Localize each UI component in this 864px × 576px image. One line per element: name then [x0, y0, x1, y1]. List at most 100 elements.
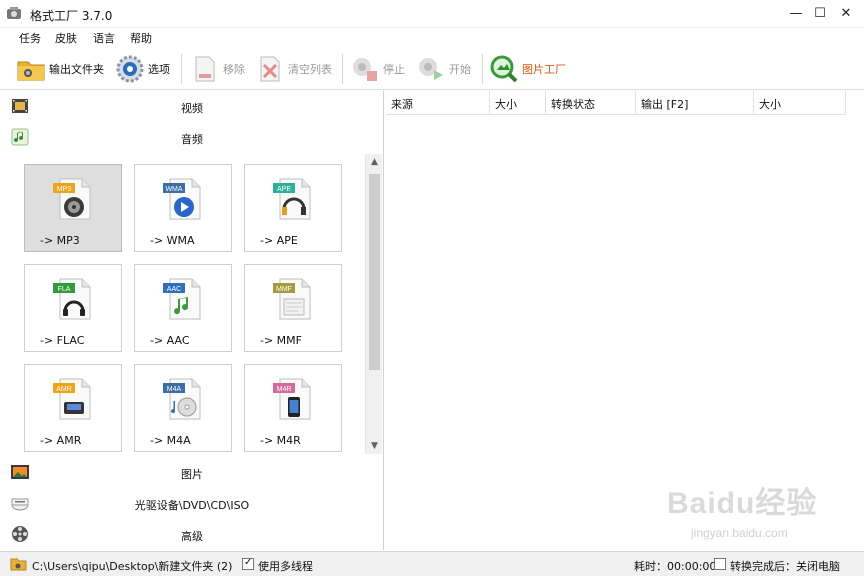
svg-text:AAC: AAC — [167, 286, 181, 293]
picture-factory-button[interactable]: 图片工厂 — [489, 52, 566, 86]
column-source-label: 来源 — [391, 98, 413, 111]
multithread-label: 使用多线程 — [258, 560, 313, 573]
format-tile-amr[interactable]: AMR -> AMR — [24, 364, 122, 452]
remove-label: 移除 — [223, 63, 245, 76]
shutdown-checkbox[interactable] — [714, 558, 726, 570]
category-audio-label: 音频 — [181, 133, 203, 146]
close-button[interactable]: ✕ — [832, 4, 860, 24]
toolbar-separator — [482, 54, 483, 84]
picture-factory-label: 图片工厂 — [522, 63, 566, 76]
folder-icon — [17, 61, 45, 81]
function-panel: 视频 音频 MP3 -> MP3 WMA -> WMA APE -> APE FLA -> F… — [0, 91, 384, 550]
category-video-label: 视频 — [181, 102, 203, 115]
device-icon: AMR — [53, 378, 91, 420]
start-label: 开始 — [449, 63, 471, 76]
format-tile-label: -> M4R — [260, 434, 301, 447]
format-tile-label: -> M4A — [150, 434, 191, 447]
menu-bar: 任务 皮肤 语言 帮助 — [0, 28, 864, 48]
clear-list-label: 清空列表 — [288, 63, 332, 76]
status-bar: C:\Users\qipu\Desktop\新建文件夹 (2) 使用多线程 耗时… — [0, 551, 864, 576]
menu-help[interactable]: 帮助 — [130, 30, 152, 46]
headphones-icon: APE — [273, 178, 311, 220]
output-folder-button[interactable]: 输出文件夹 — [16, 52, 104, 86]
menu-language[interactable]: 语言 — [93, 30, 115, 46]
options-button[interactable]: 选项 — [115, 52, 170, 86]
start-button[interactable]: 开始 — [416, 52, 471, 86]
column-output-size[interactable]: 大小 — [754, 91, 846, 115]
toolbar-separator — [342, 54, 343, 84]
music-note-icon: AAC — [163, 278, 201, 320]
format-tile-mmf[interactable]: MMF -> MMF — [244, 264, 342, 352]
format-tile-label: -> AMR — [40, 434, 82, 447]
format-tile-label: -> MP3 — [40, 234, 80, 247]
svg-text:M4R: M4R — [277, 386, 292, 393]
watermark: Baidu经验 jingyan.baidu.com — [667, 478, 843, 550]
scrollbar-thumb[interactable] — [369, 174, 380, 370]
format-tile-mp3[interactable]: MP3 -> MP3 — [24, 164, 122, 252]
svg-text:FLA: FLA — [58, 286, 71, 293]
format-tile-label: -> AAC — [150, 334, 190, 347]
menu-task[interactable]: 任务 — [19, 30, 41, 46]
stop-label: 停止 — [383, 63, 405, 76]
gear-icon — [116, 55, 144, 83]
svg-text:WMA: WMA — [165, 186, 182, 193]
speaker-icon: MP3 — [53, 178, 91, 220]
category-picture-label: 图片 — [181, 468, 203, 481]
format-tile-wma[interactable]: WMA -> WMA — [134, 164, 232, 252]
category-disc-label: 光驱设备\DVD\CD\ISO — [134, 499, 250, 512]
watermark-logo: Baidu经验 — [667, 487, 818, 520]
stop-icon — [353, 58, 377, 81]
audio-format-grid: MP3 -> MP3 WMA -> WMA APE -> APE FLA -> FLAC AAC… — [0, 154, 364, 454]
category-picture[interactable]: 图片 — [0, 457, 384, 487]
column-size-label: 大小 — [495, 98, 517, 111]
scroll-down-arrow-icon[interactable]: ▼ — [366, 438, 383, 454]
column-source[interactable]: 来源 — [386, 91, 490, 115]
format-tile-m4a[interactable]: M4A -> M4A — [134, 364, 232, 452]
scroll-up-arrow-icon[interactable]: ▲ — [366, 154, 383, 170]
multithread-checkbox[interactable] — [242, 557, 254, 570]
clear-list-icon — [260, 56, 280, 82]
stop-button[interactable]: 停止 — [350, 52, 405, 86]
column-output-size-label: 大小 — [759, 98, 781, 111]
format-tile-ape[interactable]: APE -> APE — [244, 164, 342, 252]
maximize-button[interactable]: ☐ — [806, 4, 834, 24]
column-size[interactable]: 大小 — [490, 91, 546, 115]
menu-skin[interactable]: 皮肤 — [55, 30, 77, 46]
column-status[interactable]: 转换状态 — [546, 91, 636, 115]
svg-text:APE: APE — [277, 186, 291, 193]
format-tile-label: -> APE — [260, 234, 298, 247]
svg-text:MP3: MP3 — [57, 186, 72, 193]
format-grid-scrollbar[interactable]: ▲ ▼ — [365, 154, 382, 454]
shutdown-label: 转换完成后：关闭电脑 — [730, 560, 840, 573]
column-output[interactable]: 输出 [F2] — [636, 91, 754, 115]
format-tile-aac[interactable]: AAC -> AAC — [134, 264, 232, 352]
document-icon: MMF — [273, 278, 311, 320]
folder-icon[interactable] — [10, 556, 27, 572]
format-tile-label: -> MMF — [260, 334, 302, 347]
watermark-url: jingyan.baidu.com — [691, 526, 788, 540]
output-path[interactable]: C:\Users\qipu\Desktop\新建文件夹 (2) — [32, 558, 232, 574]
output-folder-label: 输出文件夹 — [49, 63, 104, 76]
category-disc[interactable]: 光驱设备\DVD\CD\ISO — [0, 488, 384, 518]
svg-text:M4A: M4A — [167, 386, 182, 393]
column-output-label: 输出 [F2] — [641, 98, 689, 111]
svg-text:MMF: MMF — [276, 286, 292, 293]
category-audio[interactable]: 音频 — [0, 122, 384, 152]
category-advanced-label: 高级 — [181, 530, 203, 543]
remove-button[interactable]: 移除 — [190, 52, 245, 86]
remove-document-icon — [195, 56, 215, 82]
toolbar-separator — [181, 54, 182, 84]
start-icon — [419, 58, 443, 80]
category-advanced[interactable]: 高级 — [0, 519, 384, 549]
format-tile-label: -> WMA — [150, 234, 195, 247]
category-video[interactable]: 视频 — [0, 91, 384, 121]
options-label: 选项 — [148, 63, 170, 76]
title-bar: 格式工厂 3.7.0 — ☐ ✕ — [0, 0, 864, 28]
svg-text:AMR: AMR — [56, 386, 72, 393]
format-tile-label: -> FLAC — [40, 334, 85, 347]
window-title: 格式工厂 3.7.0 — [30, 9, 113, 23]
magnifier-icon — [490, 55, 518, 83]
format-tile-fla[interactable]: FLA -> FLAC — [24, 264, 122, 352]
clear-list-button[interactable]: 清空列表 — [255, 52, 332, 86]
format-tile-m4r[interactable]: M4R -> M4R — [244, 364, 342, 452]
